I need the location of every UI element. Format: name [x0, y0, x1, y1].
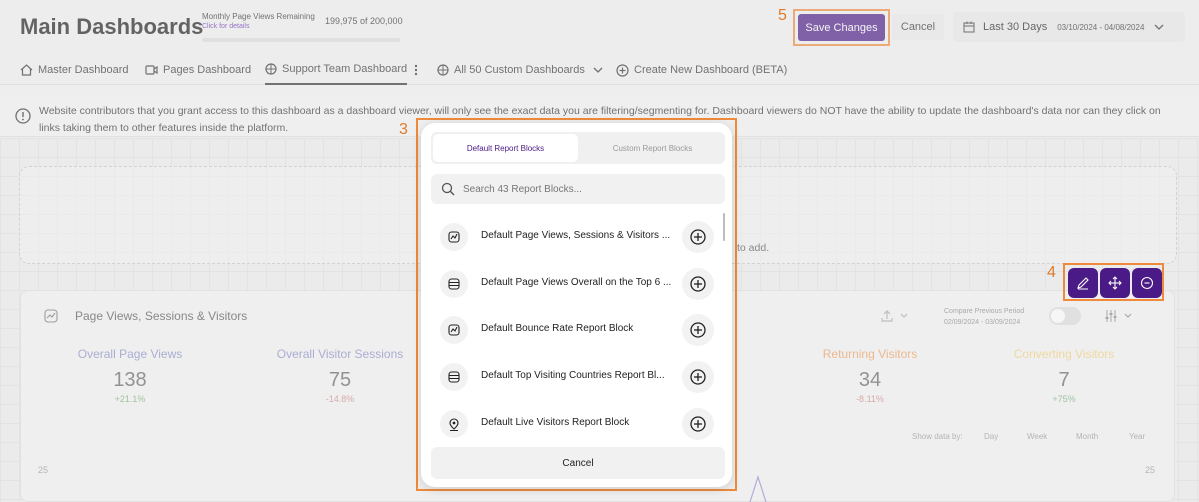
line-chart-icon: [440, 223, 468, 251]
list-item[interactable]: Default Live Visitors Report Block: [431, 406, 717, 442]
add-report-block-modal: Default Report Blocks Custom Report Bloc…: [421, 123, 732, 487]
search-input[interactable]: [463, 174, 713, 204]
list-item[interactable]: Default Bounce Rate Report Block: [431, 312, 717, 348]
tab-custom-report-blocks[interactable]: Custom Report Blocks: [580, 132, 725, 164]
minus-circle-icon: [1140, 276, 1154, 290]
pencil-icon: [1077, 277, 1089, 290]
modal-highlight-box: Default Report Blocks Custom Report Bloc…: [416, 118, 737, 491]
move-block-button[interactable]: [1100, 268, 1130, 298]
search-icon: [441, 182, 455, 196]
plus-circle-icon: [690, 229, 706, 245]
list-item-label: Default Bounce Rate Report Block: [481, 323, 634, 334]
list-item-label: Default Live Visitors Report Block: [481, 417, 630, 428]
tab-default-report-blocks[interactable]: Default Report Blocks: [433, 134, 578, 162]
add-block-button[interactable]: [682, 314, 714, 346]
annotation-5: 5: [778, 7, 787, 24]
plus-circle-icon: [690, 416, 706, 432]
line-chart-icon: [440, 316, 468, 344]
remove-block-button[interactable]: [1132, 268, 1162, 298]
map-pin-icon: [440, 410, 468, 438]
add-block-button[interactable]: [682, 361, 714, 393]
edit-block-button[interactable]: [1068, 268, 1098, 298]
list-item-label: Default Top Visiting Countries Report Bl…: [481, 370, 665, 381]
annotation-4: 4: [1047, 264, 1056, 281]
modal-cancel-button[interactable]: Cancel: [431, 447, 725, 479]
move-icon: [1108, 276, 1122, 290]
list-item-label: Default Page Views, Sessions & Visitors …: [481, 230, 671, 241]
plus-circle-icon: [690, 322, 706, 338]
annotation-3: 3: [399, 121, 408, 138]
block-actions-highlight-box: [1063, 263, 1164, 301]
list-item[interactable]: Default Page Views Overall on the Top 6 …: [431, 266, 717, 302]
add-block-button[interactable]: [682, 221, 714, 253]
list-item-label: Default Page Views Overall on the Top 6 …: [481, 277, 672, 288]
plus-circle-icon: [690, 276, 706, 292]
table-icon: [440, 363, 468, 391]
table-icon: [440, 270, 468, 298]
list-item[interactable]: Default Page Views, Sessions & Visitors …: [431, 219, 717, 255]
modal-scrollbar[interactable]: [723, 213, 725, 241]
add-block-button[interactable]: [682, 268, 714, 300]
add-block-button[interactable]: [682, 408, 714, 440]
search-box: [431, 174, 725, 204]
plus-circle-icon: [690, 369, 706, 385]
modal-tabs: Default Report Blocks Custom Report Bloc…: [431, 132, 725, 164]
list-item[interactable]: Default Top Visiting Countries Report Bl…: [431, 359, 717, 395]
